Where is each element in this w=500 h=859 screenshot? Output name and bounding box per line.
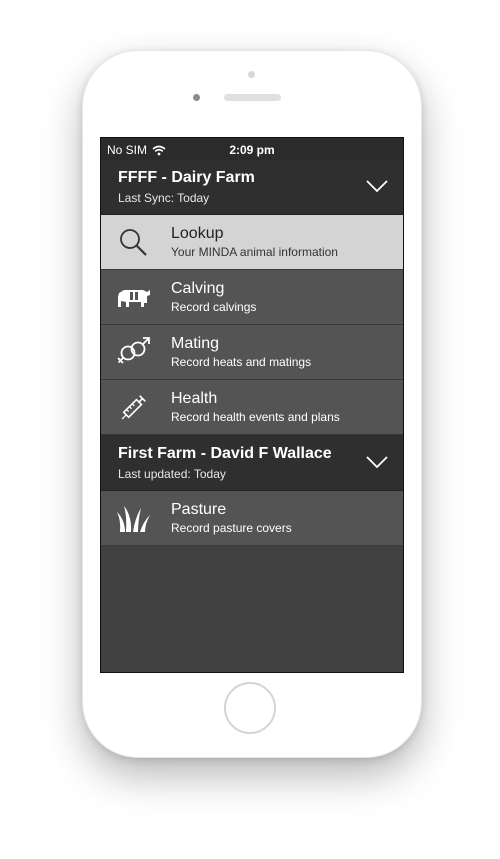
menu-item-health[interactable]: Health Record health events and plans xyxy=(101,380,403,435)
farm-header-first-farm[interactable]: First Farm - David F Wallace Last update… xyxy=(101,435,403,491)
menu-item-label: Calving xyxy=(171,280,225,297)
status-bar: No SIM 2:09 pm xyxy=(101,138,403,160)
chevron-down-icon[interactable] xyxy=(365,178,389,194)
earpiece-speaker xyxy=(224,94,281,101)
search-icon xyxy=(117,226,151,258)
syringe-icon xyxy=(117,391,151,423)
menu-item-subtitle: Record health events and plans xyxy=(171,410,340,424)
farm-title: First Farm - David F Wallace xyxy=(118,445,332,462)
menu-item-label: Lookup xyxy=(171,225,224,242)
menu-item-lookup[interactable]: Lookup Your MINDA animal information xyxy=(101,215,403,270)
menu-item-subtitle: Record calvings xyxy=(171,300,257,314)
gender-symbols-icon xyxy=(117,336,151,368)
proximity-sensor xyxy=(248,71,255,78)
cow-icon xyxy=(117,281,151,313)
menu-item-subtitle: Record heats and matings xyxy=(171,355,312,369)
farm-title: FFFF - Dairy Farm xyxy=(118,169,255,186)
menu-item-label: Mating xyxy=(171,335,220,352)
menu-item-calving[interactable]: Calving Record calvings xyxy=(101,270,403,325)
status-time: 2:09 pm xyxy=(229,143,275,157)
chevron-down-icon[interactable] xyxy=(365,454,389,470)
grass-icon xyxy=(117,502,151,534)
app-screen: No SIM 2:09 pm FFFF - Dairy Farm Last Sy… xyxy=(100,137,404,673)
front-camera xyxy=(193,94,200,101)
farm-sync-status: Last updated: Today xyxy=(118,467,226,481)
home-button[interactable] xyxy=(224,682,276,734)
menu-item-label: Health xyxy=(171,390,218,407)
menu-item-subtitle: Your MINDA animal information xyxy=(171,245,338,259)
farm-sync-status: Last Sync: Today xyxy=(118,191,210,205)
menu-item-subtitle: Record pasture covers xyxy=(171,521,292,535)
menu-item-pasture[interactable]: Pasture Record pasture covers xyxy=(101,491,403,546)
menu-item-mating[interactable]: Mating Record heats and matings xyxy=(101,325,403,380)
farm-header-ffff[interactable]: FFFF - Dairy Farm Last Sync: Today xyxy=(101,160,403,215)
menu-item-label: Pasture xyxy=(171,501,227,518)
